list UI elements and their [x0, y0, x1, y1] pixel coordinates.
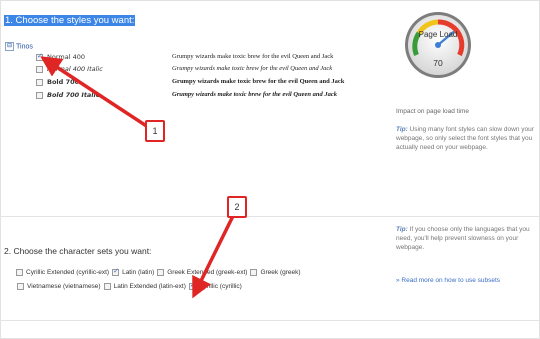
annotation-arrows	[40, 56, 235, 299]
annotation-arrow-2	[192, 215, 235, 299]
annotation-arrow-1	[40, 56, 149, 129]
annotation-badge-1: 1	[145, 120, 165, 142]
annotation-badge-2: 2	[227, 196, 247, 218]
